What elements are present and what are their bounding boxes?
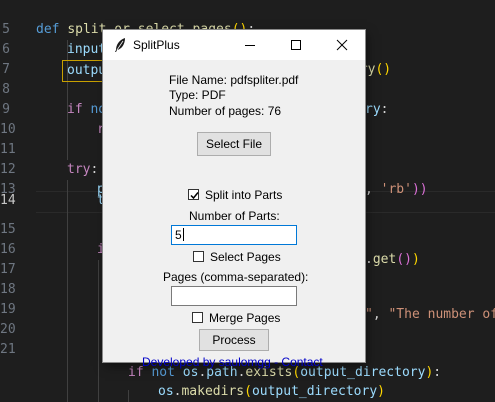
- line-number: 10: [0, 122, 16, 137]
- code-line: try:: [67, 162, 99, 177]
- minimize-button[interactable]: [227, 30, 273, 60]
- indent-guide: [98, 260, 99, 402]
- split-parts-label[interactable]: Split into Parts: [205, 188, 282, 202]
- line-number: 12: [0, 162, 16, 177]
- file-name-label: File Name: pdfspliter.pdf: [169, 73, 299, 87]
- number-of-parts-input[interactable]: 5: [171, 225, 297, 245]
- code-line: input: [67, 42, 107, 57]
- code-line: .get()): [365, 252, 420, 267]
- window-content: File Name: pdfspliter.pdf Type: PDF Numb…: [103, 60, 365, 369]
- line-number: 11: [0, 142, 16, 157]
- text-caret: [182, 228, 184, 241]
- code-line: os.makedirs(output_directory): [158, 384, 385, 399]
- line-number: 19: [0, 302, 16, 317]
- maximize-icon: [291, 40, 301, 50]
- code-line: , 'rb')): [365, 182, 428, 197]
- number-of-parts-label: Number of Parts:: [189, 209, 280, 223]
- select-file-button[interactable]: Select File: [197, 132, 271, 156]
- line-number: 6: [2, 42, 10, 57]
- line-number: 18: [0, 282, 16, 297]
- indent-guide: [67, 180, 68, 402]
- feather-icon: [115, 38, 125, 52]
- title-bar[interactable]: SplitPlus: [103, 30, 365, 60]
- checkmark-icon: [190, 192, 199, 200]
- indent-guide: [67, 120, 68, 160]
- close-button[interactable]: [319, 30, 365, 60]
- minimize-icon: [245, 45, 255, 46]
- indent-guide: [128, 390, 129, 402]
- select-pages-checkbox[interactable]: [193, 251, 204, 262]
- close-icon: [336, 39, 348, 51]
- code-line: ", "The number of: [365, 307, 495, 322]
- merge-pages-checkbox[interactable]: [192, 312, 203, 323]
- line-number: 15: [0, 222, 16, 237]
- split-parts-checkbox[interactable]: [188, 189, 199, 200]
- maximize-button[interactable]: [273, 30, 319, 60]
- window-title: SplitPlus: [133, 38, 180, 52]
- merge-pages-label[interactable]: Merge Pages: [209, 311, 280, 325]
- line-number: 14: [0, 193, 16, 208]
- line-number: 21: [0, 342, 16, 357]
- page-count-label: Number of pages: 76: [169, 104, 282, 118]
- number-of-parts-value: 5: [175, 228, 182, 242]
- code-line: ry:: [365, 102, 389, 117]
- pages-input[interactable]: [171, 286, 297, 306]
- line-number: 8: [2, 82, 10, 97]
- pages-input-label: Pages (comma-separated):: [163, 270, 309, 284]
- code-line: if no: [67, 102, 107, 117]
- line-number-gutter: 5 6 7 8 9 10 11 12 13 14 15 16 17 18 19 …: [0, 0, 16, 402]
- line-number: 7: [2, 62, 10, 77]
- line-number: 9: [2, 102, 10, 117]
- file-type-label: Type: PDF: [169, 88, 226, 102]
- process-button[interactable]: Process: [199, 329, 269, 351]
- select-pages-label[interactable]: Select Pages: [210, 250, 281, 264]
- line-number: 20: [0, 322, 16, 337]
- line-number: 17: [0, 262, 16, 277]
- splitplus-window: SplitPlus File Name: pdfspliter.pdf Type…: [103, 30, 365, 369]
- line-number: 16: [0, 242, 16, 257]
- contact-link[interactable]: Developed by saulomgg - Contact: [142, 355, 323, 369]
- line-number: 5: [2, 22, 10, 37]
